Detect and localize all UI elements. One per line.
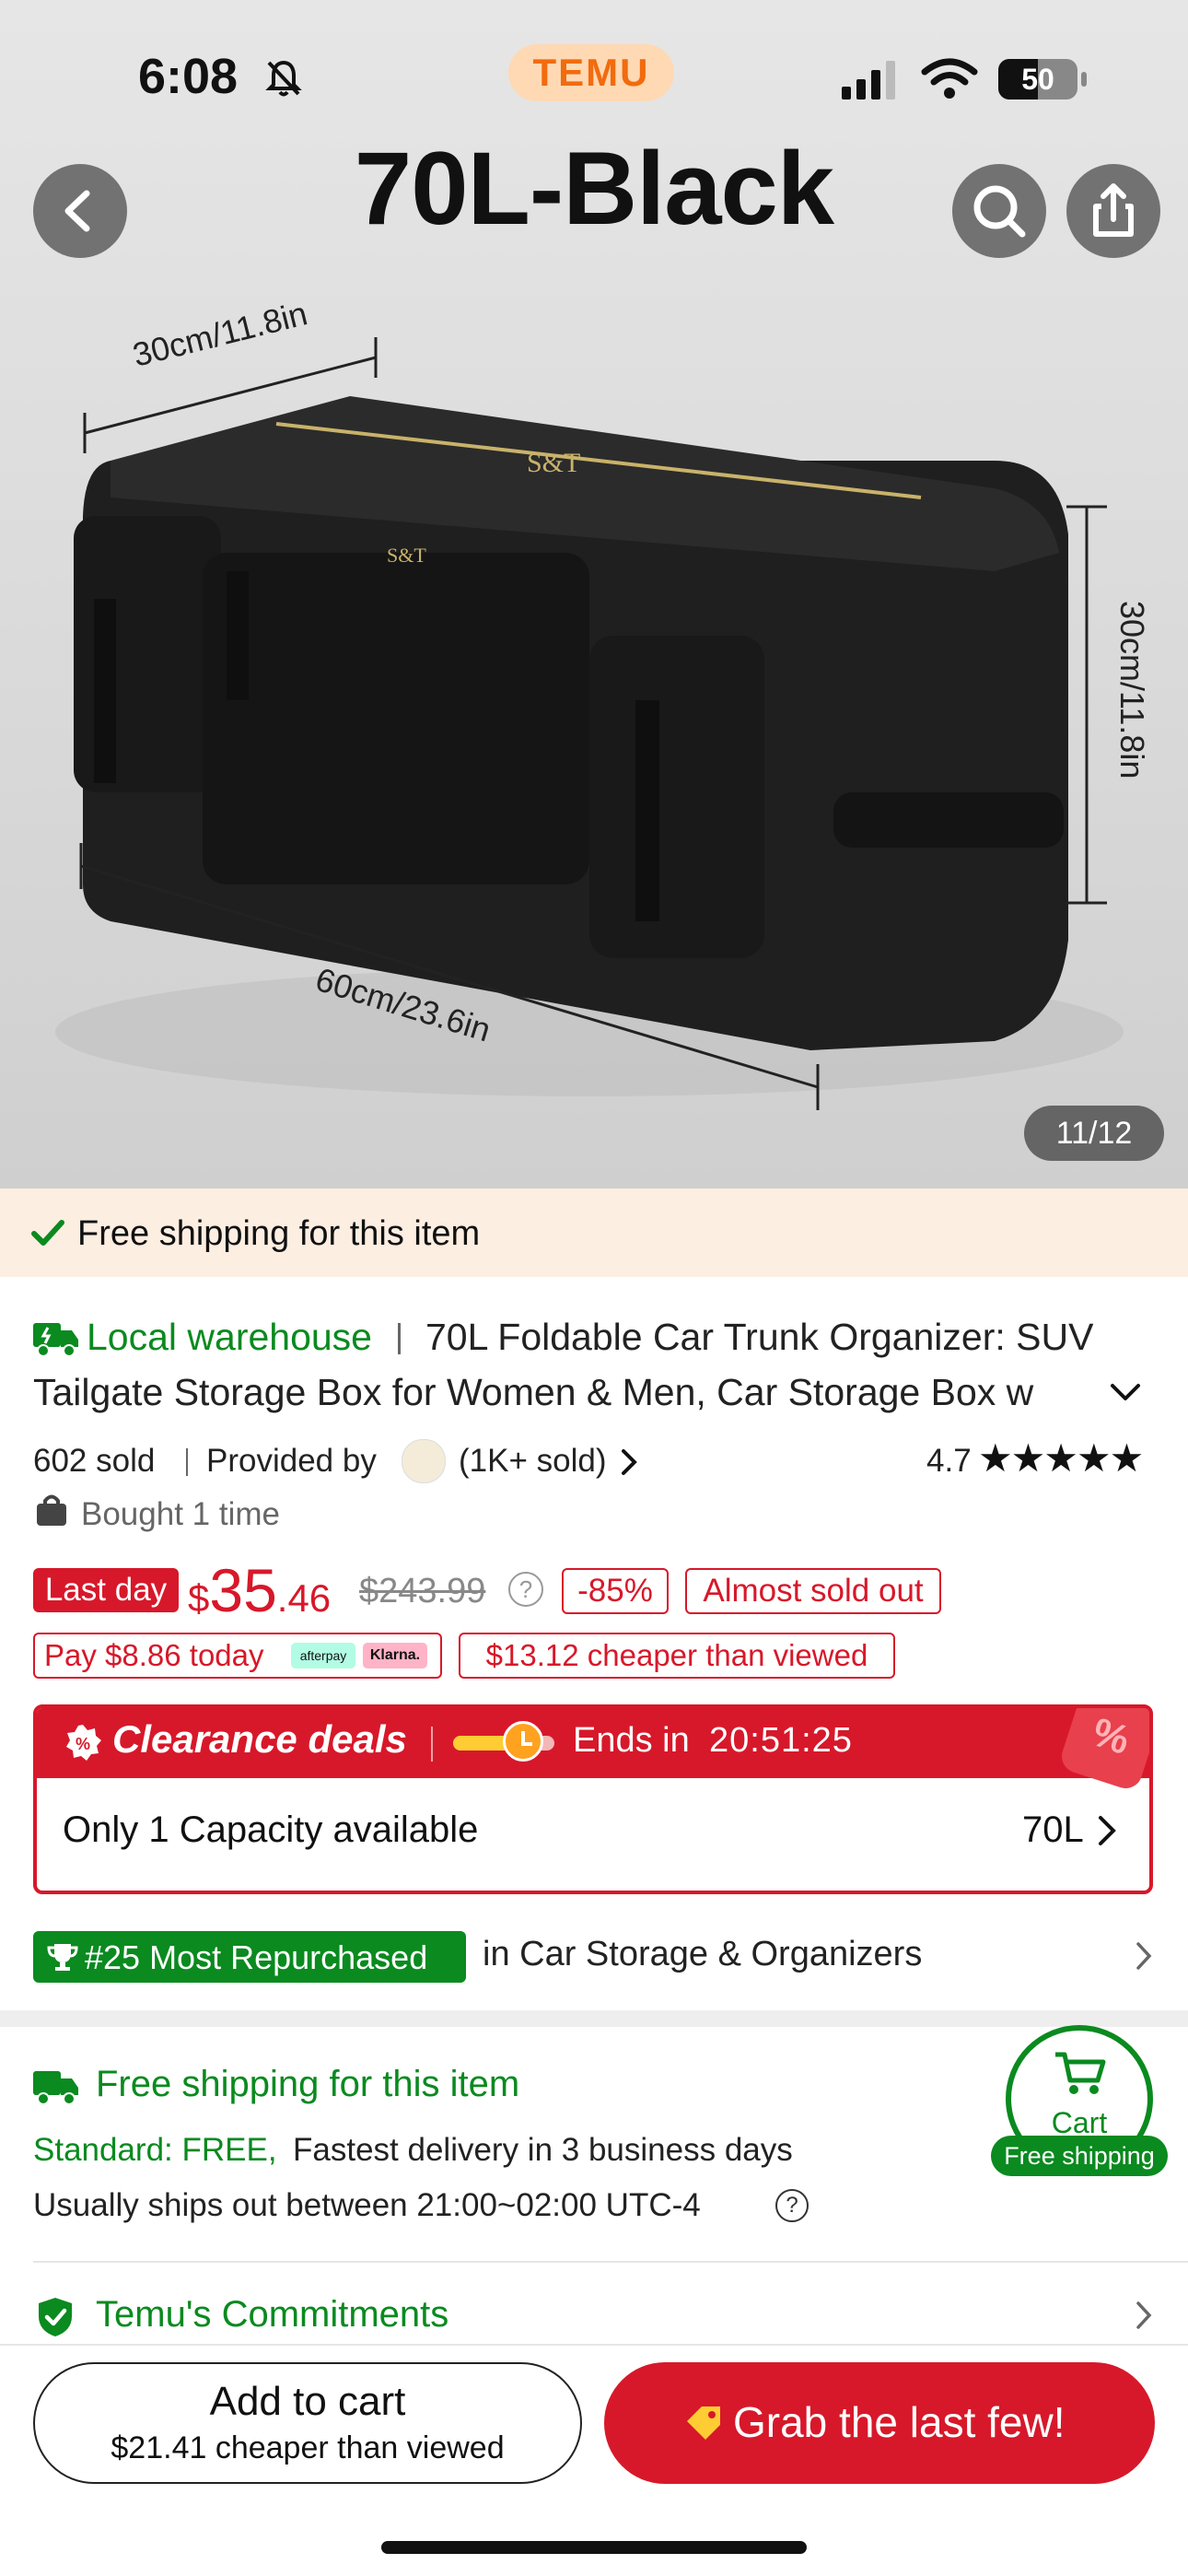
svg-text:S&T: S&T — [527, 448, 580, 478]
svg-text:%: % — [76, 1735, 90, 1753]
shield-check-icon — [39, 2298, 72, 2336]
clearance-badge-icon: % — [66, 1725, 101, 1761]
clearance-divider — [431, 1727, 433, 1762]
ends-in-label: Ends in — [573, 1721, 690, 1760]
ships-out-window: Usually ships out between 21:00~02:00 UT… — [33, 2187, 701, 2223]
afterpay-logo: afterpay — [291, 1643, 355, 1669]
product-title-line-1: 70L Foldable Car Trunk Organizer: SUV — [425, 1316, 1094, 1358]
store-avatar[interactable] — [402, 1439, 446, 1483]
status-time: 6:08 — [138, 49, 239, 104]
cart-icon — [1055, 2052, 1106, 2094]
wifi-icon — [921, 58, 978, 99]
add-to-cart-button[interactable]: Add to cart $21.41 cheaper than viewed — [33, 2362, 582, 2484]
search-button[interactable] — [952, 164, 1046, 258]
grab-last-few-label: Grab the last few! — [733, 2398, 1066, 2446]
fastest-delivery: Fastest delivery in 3 business days — [293, 2132, 793, 2168]
shipping-info-icon[interactable]: ? — [775, 2189, 809, 2222]
percent-tag-text: % — [1087, 1709, 1136, 1764]
expand-title-button[interactable] — [1107, 1378, 1144, 1406]
delivery-truck-icon — [33, 2071, 78, 2105]
current-price: $35.46 — [188, 1555, 331, 1625]
trophy-icon — [47, 1944, 78, 1971]
battery-level: 50 — [1021, 63, 1054, 96]
chevron-right-icon[interactable] — [1135, 2300, 1153, 2331]
row-divider — [33, 2261, 1188, 2263]
signal-icon — [842, 61, 895, 100]
search-icon — [973, 185, 1026, 238]
shipping-title: Free shipping for this item — [96, 2064, 520, 2104]
original-price: $243.99 — [359, 1572, 486, 1610]
chevron-right-icon[interactable] — [619, 1446, 639, 1478]
cart-free-shipping-tag: Free shipping — [991, 2136, 1168, 2176]
price-tag-icon — [687, 2406, 720, 2440]
pay-today-badge[interactable]: Pay $8.86 today afterpay Klarna. — [33, 1633, 442, 1679]
price-currency: $ — [188, 1576, 210, 1620]
product-title-line-2: Tailgate Storage Box for Women & Men, Ca… — [33, 1371, 1034, 1413]
sold-separator — [186, 1448, 188, 1476]
bell-muted-icon — [265, 60, 302, 97]
home-indicator[interactable] — [381, 2541, 807, 2554]
price-info-icon[interactable]: ? — [508, 1572, 543, 1607]
klarna-logo: Klarna. — [363, 1643, 427, 1669]
share-icon — [1093, 183, 1134, 237]
clearance-deals-card[interactable]: % Clearance deals Ends in 20:51:25 % Onl… — [33, 1704, 1153, 1894]
price-main: 35 — [209, 1556, 277, 1624]
stock-badge: Almost sold out — [685, 1568, 941, 1614]
pay-today-text: Pay $8.86 today — [44, 1638, 264, 1672]
add-to-cart-label: Add to cart — [209, 2379, 406, 2424]
battery-icon: 50 — [998, 59, 1077, 100]
chevron-right-icon[interactable] — [1135, 1940, 1153, 1972]
grab-last-few-button[interactable]: Grab the last few! — [604, 2362, 1155, 2484]
discount-badge: -85% — [562, 1568, 669, 1614]
rating-value: 4.7 — [926, 1443, 972, 1479]
rating-stars-icon[interactable]: ★★★★★ — [978, 1435, 1144, 1481]
title-separator — [398, 1323, 401, 1354]
height-dimension-label: 30cm/11.8in — [1113, 601, 1151, 779]
commitments-label[interactable]: Temu's Commitments — [96, 2294, 448, 2336]
product-image-carousel[interactable]: S&T S&T 30cm/11.8in 30cm/11.8in 60cm/23.… — [0, 0, 1188, 1188]
section-divider — [0, 2010, 1188, 2027]
countdown-timer: 20:51:25 — [709, 1721, 853, 1760]
add-to-cart-subtext: $21.41 cheaper than viewed — [111, 2430, 505, 2465]
sold-count: 602 sold — [33, 1443, 156, 1479]
most-repurchased-text: #25 Most Repurchased — [85, 1938, 428, 1976]
capacity-value: 70L — [1022, 1809, 1084, 1850]
most-repurchased-badge[interactable]: #25 Most Repurchased — [33, 1931, 466, 1983]
cheaper-badge: $13.12 cheaper than viewed — [459, 1633, 895, 1679]
store-sold-count[interactable]: (1K+ sold) — [459, 1443, 607, 1480]
local-warehouse-label: Local warehouse — [87, 1316, 372, 1358]
clearance-title: Clearance deals — [112, 1717, 407, 1761]
temu-logo: TEMU — [508, 44, 674, 101]
shopping-bag-icon — [37, 1494, 66, 1526]
bottom-bar-divider — [0, 2344, 1188, 2346]
check-icon — [31, 1220, 64, 1246]
share-button[interactable] — [1066, 164, 1160, 258]
standard-shipping: Standard: FREE, — [33, 2132, 277, 2168]
price-cents: .46 — [276, 1576, 332, 1620]
bought-count: Bought 1 time — [81, 1496, 280, 1532]
timer-icon — [503, 1721, 543, 1762]
chevron-right-icon — [1099, 1816, 1116, 1845]
ranking-category[interactable]: in Car Storage & Organizers — [483, 1935, 922, 1974]
svg-text:S&T: S&T — [387, 544, 426, 567]
free-shipping-banner-text: Free shipping for this item — [77, 1214, 481, 1253]
battery-tip — [1081, 72, 1087, 87]
last-day-badge: Last day — [33, 1568, 179, 1612]
provided-by-label: Provided by — [206, 1443, 377, 1479]
capacity-availability: Only 1 Capacity available — [63, 1809, 479, 1850]
local-warehouse-truck-icon — [33, 1323, 78, 1357]
image-page-counter: 11/12 — [1024, 1106, 1164, 1161]
